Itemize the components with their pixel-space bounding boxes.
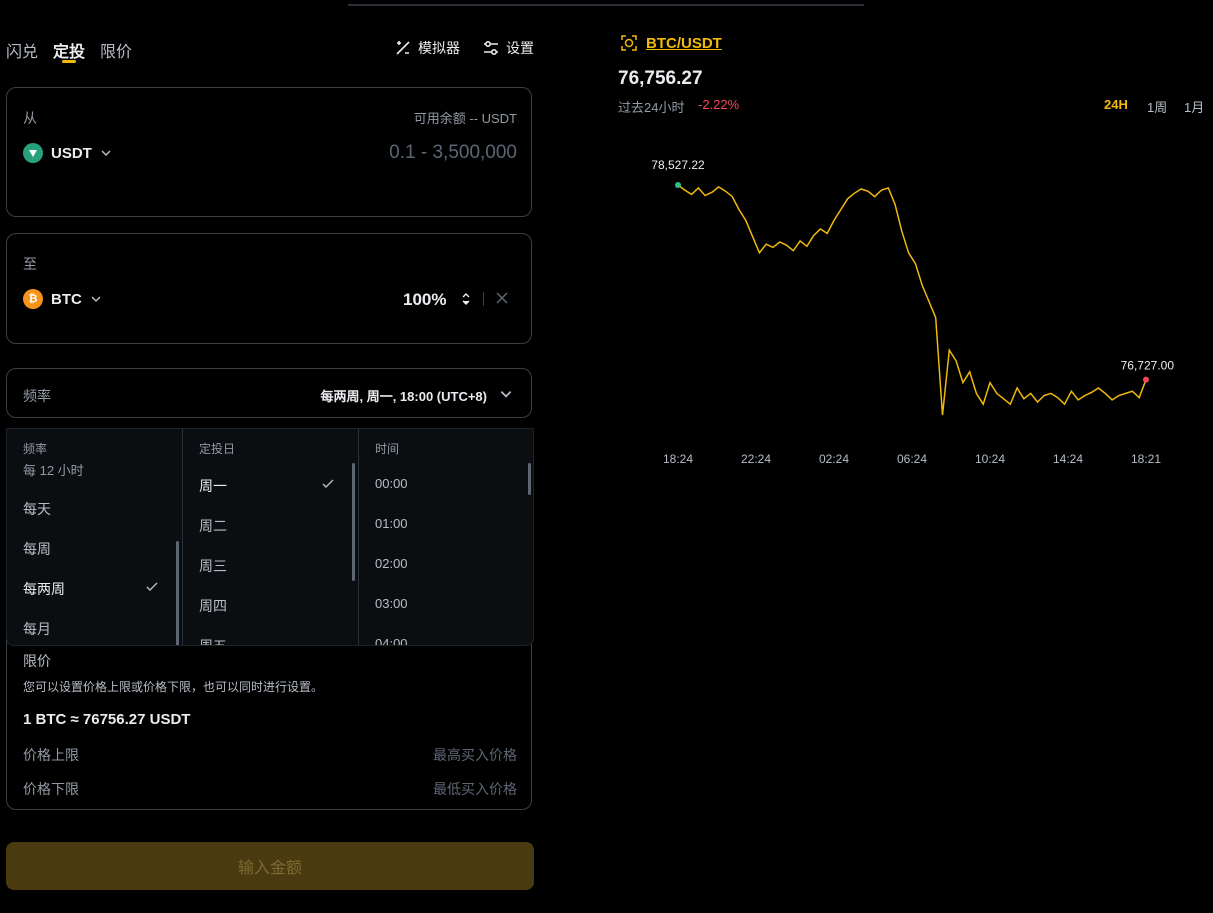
exchange-rate: 1 BTC ≈ 76756.27 USDT (23, 711, 191, 728)
from-coin-selector[interactable]: USDT (23, 143, 112, 163)
time-column: 时间 00:00 01:00 02:00 03:00 04:00 (359, 429, 533, 645)
pair-icon (621, 35, 637, 51)
freq-option-selected[interactable]: 每两周 (23, 579, 65, 599)
freq-option[interactable]: 每月 (23, 619, 51, 639)
chevron-down-icon (500, 391, 512, 398)
close-icon[interactable] (495, 291, 509, 305)
simulator-button[interactable]: 模拟器 (394, 38, 460, 58)
start-point (675, 182, 681, 188)
day-option-selected[interactable]: 周一 (199, 476, 227, 496)
x-tick-label: 06:24 (897, 452, 927, 466)
last-label: 76,727.00 (1121, 359, 1175, 373)
from-coin-label: USDT (51, 144, 92, 162)
limit-title: 限价 (23, 653, 51, 669)
check-icon (322, 479, 334, 488)
x-tick-label: 18:21 (1131, 452, 1161, 466)
tab-limit[interactable]: 限价 (100, 38, 132, 62)
btc-icon: ₿ (23, 289, 43, 309)
freq-option[interactable]: 每天 (23, 499, 51, 519)
range-1m[interactable]: 1月 (1184, 97, 1204, 116)
day-option[interactable]: 周四 (199, 596, 227, 616)
chevron-down-icon (91, 296, 101, 303)
stepper-icon[interactable] (462, 292, 470, 306)
frequency-dropdown: 频率 每 12 小时 每天 每周 每两周 每月 定投日 周一 周二 周三 周四 … (6, 428, 534, 646)
tab-convert[interactable]: 闪兑 (6, 38, 38, 62)
range-24h[interactable]: 24H (1104, 97, 1128, 112)
frequency-column: 频率 每 12 小时 每天 每周 每两周 每月 (7, 429, 182, 645)
price-chart: 78,527.22 76,727.00 18:24 22:24 02:24 06:24 10… (651, 158, 1175, 466)
price-upper-input[interactable]: 最高买入价格 (433, 745, 517, 765)
day-column: 定投日 周一 周二 周三 周四 周五 (183, 429, 358, 645)
frequency-label: 频率 (23, 388, 51, 404)
enter-amount-button[interactable]: 输入金额 (6, 842, 534, 890)
frequency-selector[interactable]: 频率 每两周, 周一, 18:00 (UTC+8) (6, 368, 532, 418)
divider (483, 292, 484, 306)
tab-recurring[interactable]: 定投 (53, 38, 85, 62)
amount-input[interactable]: 0.1 - 3,500,000 (389, 142, 517, 164)
active-tab-indicator (62, 60, 76, 63)
available-balance: 可用余额 -- USDT (413, 111, 517, 126)
simulator-label: 模拟器 (418, 40, 460, 56)
change-value: -2.22% (698, 97, 740, 112)
x-tick-label: 18:24 (663, 452, 693, 466)
freq-option[interactable]: 每周 (23, 539, 51, 559)
time-option[interactable]: 01:00 (375, 516, 408, 531)
top-divider (348, 4, 864, 6)
to-box: 至 ₿ BTC 100% (6, 233, 532, 344)
allocation-percent[interactable]: 100% (403, 290, 446, 310)
to-coin-label: BTC (51, 290, 82, 308)
usdt-icon (23, 143, 43, 163)
scrollbar[interactable] (176, 541, 179, 645)
price-lower-label: 价格下限 (23, 781, 79, 797)
scrollbar[interactable] (352, 463, 355, 581)
range-1w[interactable]: 1周 (1147, 97, 1167, 116)
settings-button[interactable]: 设置 (482, 38, 534, 58)
price-lower-input[interactable]: 最低买入价格 (433, 779, 517, 799)
change-label: 过去24小时 (618, 100, 685, 115)
to-coin-selector[interactable]: ₿ BTC (23, 289, 102, 309)
limit-description: 您可以设置价格上限或价格下限，也可以同时进行设置。 (23, 680, 324, 694)
sliders-icon (484, 40, 498, 56)
pair-label: BTC/USDT (646, 34, 722, 52)
x-tick-label: 22:24 (741, 452, 771, 466)
end-point (1143, 376, 1149, 383)
time-option[interactable]: 02:00 (375, 556, 408, 571)
simulator-icon (396, 41, 410, 55)
day-option[interactable]: 周五 (199, 636, 227, 645)
time-option[interactable]: 04:00 (375, 636, 408, 645)
time-option[interactable]: 00:00 (375, 476, 408, 491)
to-label: 至 (23, 256, 37, 272)
x-tick-label: 10:24 (975, 452, 1005, 466)
time-header: 时间 (375, 442, 400, 456)
frequency-header: 频率 (23, 442, 48, 456)
time-option[interactable]: 03:00 (375, 596, 408, 611)
day-option[interactable]: 周二 (199, 516, 227, 536)
price-upper-label: 价格上限 (23, 747, 79, 763)
day-option[interactable]: 周三 (199, 556, 227, 576)
settings-label: 设置 (506, 40, 534, 56)
x-tick-label: 02:24 (819, 452, 849, 466)
check-icon (146, 582, 158, 591)
high-label: 78,527.22 (651, 158, 705, 172)
scrollbar[interactable] (528, 463, 531, 495)
day-header: 定投日 (199, 442, 236, 456)
pair-link[interactable]: BTC/USDT (620, 34, 722, 52)
freq-option[interactable]: 每 12 小时 (23, 460, 84, 479)
last-price: 76,756.27 (618, 68, 703, 89)
chevron-down-icon (101, 150, 111, 157)
frequency-value: 每两周, 周一, 18:00 (UTC+8) (320, 389, 487, 404)
x-tick-label: 14:24 (1053, 452, 1083, 466)
from-label: 从 (23, 110, 37, 126)
from-box: 从 可用余额 -- USDT USDT 0.1 - 3,500,000 (6, 87, 532, 217)
price-line (677, 184, 1147, 416)
